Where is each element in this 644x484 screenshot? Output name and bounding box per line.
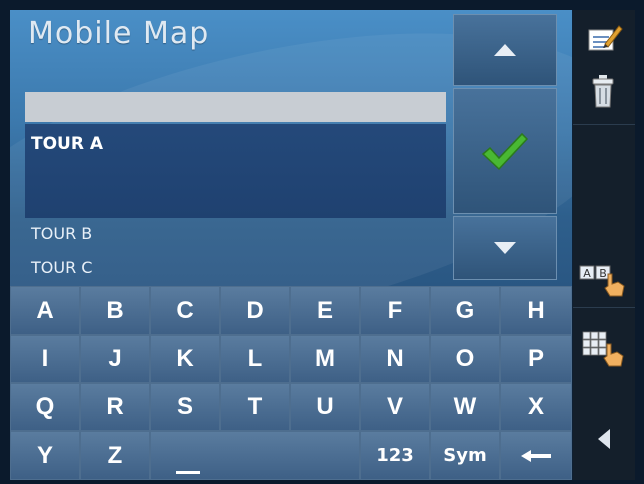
list-item[interactable]: TOUR B — [31, 224, 92, 243]
checkmark-icon — [481, 132, 529, 171]
scroll-up-button[interactable] — [453, 14, 557, 86]
left-arrow-icon — [521, 449, 551, 462]
list-item-label: TOUR A — [31, 134, 104, 154]
svg-text:B: B — [599, 267, 607, 280]
key-w[interactable]: W — [430, 383, 500, 431]
toolbar-divider — [573, 124, 635, 125]
key-l[interactable]: L — [220, 335, 290, 383]
key-b[interactable]: B — [80, 286, 150, 335]
triangle-up-icon — [494, 44, 516, 56]
key-u[interactable]: U — [290, 383, 360, 431]
scroll-down-button[interactable] — [453, 216, 557, 280]
app-screen: Mobile Map TOUR A TOUR B TOUR C A B A B … — [10, 10, 635, 480]
key-g[interactable]: G — [430, 286, 500, 335]
key-y[interactable]: Y — [10, 431, 80, 480]
key-o[interactable]: O — [430, 335, 500, 383]
key-j[interactable]: J — [80, 335, 150, 383]
key-f[interactable]: F — [360, 286, 430, 335]
key-x[interactable]: X — [500, 383, 572, 431]
key-c[interactable]: C — [150, 286, 220, 335]
key-d[interactable]: D — [220, 286, 290, 335]
key-i[interactable]: I — [10, 335, 80, 383]
key-q[interactable]: Q — [10, 383, 80, 431]
ab-keys-hand-icon[interactable]: A B — [578, 260, 630, 300]
space-bar-icon — [176, 471, 200, 474]
confirm-button[interactable] — [453, 88, 557, 214]
key-e[interactable]: E — [290, 286, 360, 335]
key-p[interactable]: P — [500, 335, 572, 383]
app-title: Mobile Map — [28, 16, 210, 51]
triangle-down-icon — [494, 242, 516, 254]
key-n[interactable]: N — [360, 335, 430, 383]
trash-can-icon[interactable] — [591, 74, 615, 108]
list-item-selected[interactable]: TOUR A — [25, 124, 446, 218]
backspace-key[interactable] — [500, 431, 572, 480]
key-m[interactable]: M — [290, 335, 360, 383]
search-input[interactable] — [25, 92, 446, 122]
on-screen-keyboard: A B C D E F G H I J K L M N O P Q R S T … — [10, 286, 572, 480]
numbers-key[interactable]: 123 — [360, 431, 430, 480]
triangle-left-icon[interactable] — [597, 428, 611, 450]
main-panel: Mobile Map TOUR A TOUR B TOUR C — [10, 10, 572, 286]
space-key[interactable] — [150, 431, 360, 480]
key-k[interactable]: K — [150, 335, 220, 383]
key-a[interactable]: A — [10, 286, 80, 335]
right-toolbar: A B — [573, 10, 635, 480]
toolbar-divider — [573, 307, 635, 308]
symbols-key[interactable]: Sym — [430, 431, 500, 480]
list-item[interactable]: TOUR C — [31, 258, 92, 277]
key-z[interactable]: Z — [80, 431, 150, 480]
key-t[interactable]: T — [220, 383, 290, 431]
key-s[interactable]: S — [150, 383, 220, 431]
grid-keys-hand-icon[interactable] — [581, 328, 631, 370]
key-v[interactable]: V — [360, 383, 430, 431]
key-r[interactable]: R — [80, 383, 150, 431]
notepad-pencil-icon[interactable] — [587, 22, 623, 54]
svg-text:A: A — [583, 267, 591, 280]
key-h[interactable]: H — [500, 286, 572, 335]
